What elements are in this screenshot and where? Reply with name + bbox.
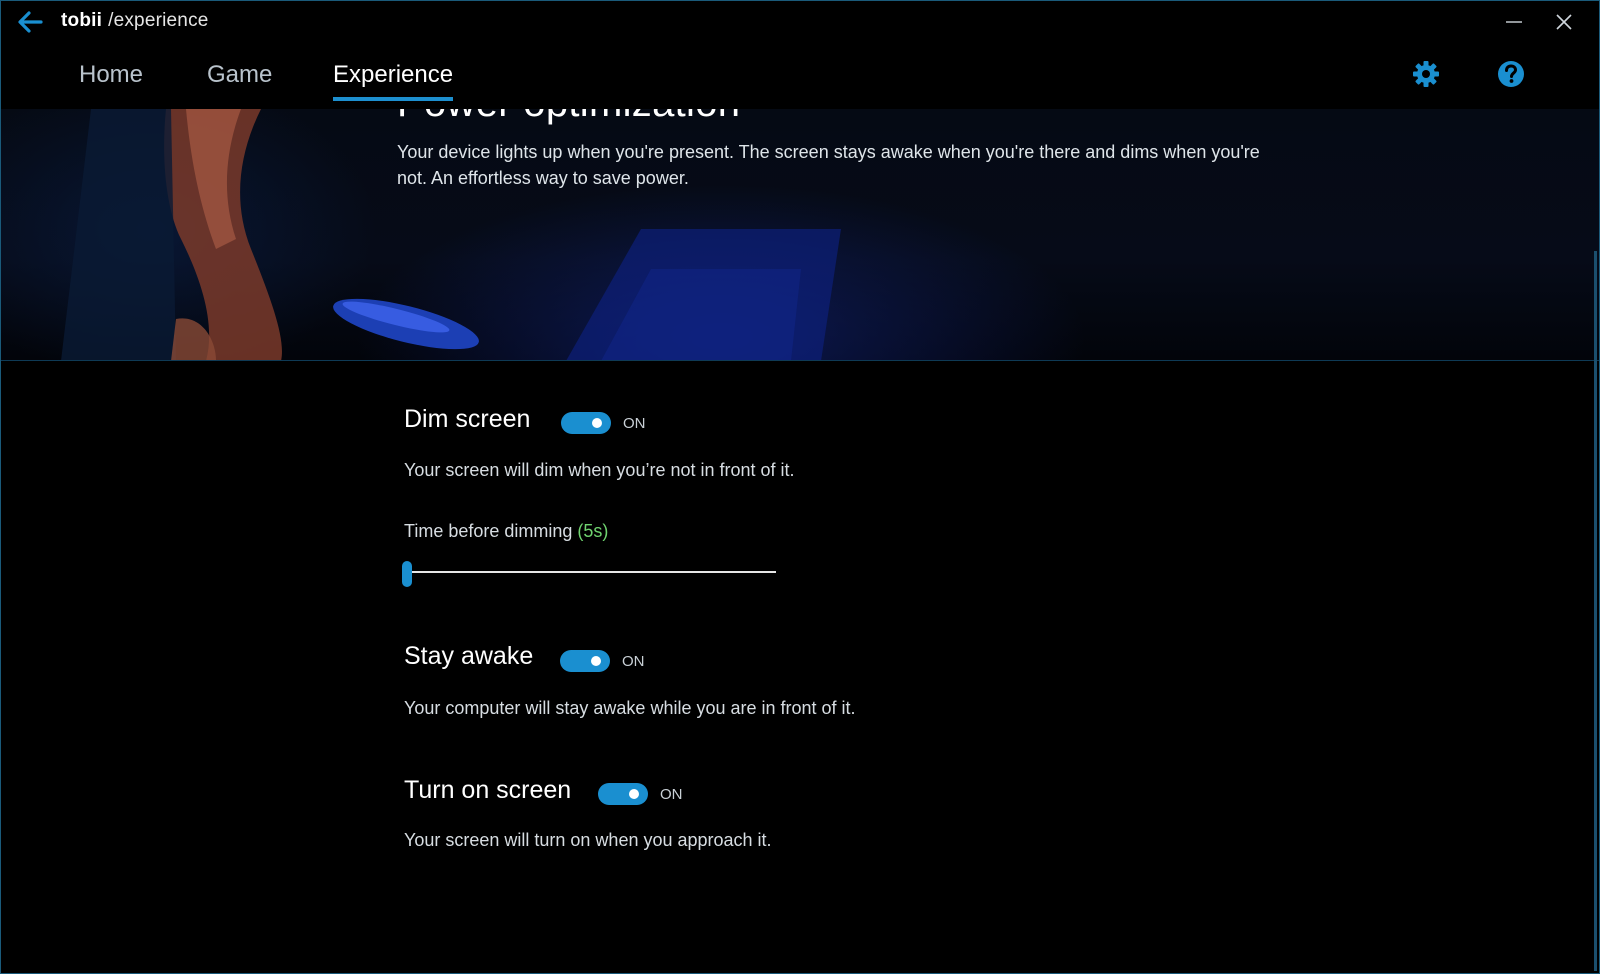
dimming-time-slider-thumb[interactable] (402, 561, 412, 587)
stay-awake-state: ON (622, 653, 645, 670)
dim-screen-title: Dim screen (404, 405, 531, 433)
app-window: tobii/experience Home Game Experience Yo… (0, 0, 1600, 974)
minimize-button[interactable] (1497, 7, 1531, 37)
page-title: Power optimization (397, 109, 740, 126)
dim-screen-description: Your screen will dim when you’re not in … (404, 460, 795, 480)
dim-screen-state: ON (623, 415, 646, 432)
toggle-knob (629, 789, 639, 799)
dimming-time-slider-track[interactable] (404, 571, 776, 573)
tobii-logo: tobii (61, 10, 103, 31)
gear-icon (1413, 61, 1439, 87)
stay-awake-title: Stay awake (404, 642, 534, 670)
tab-game[interactable]: Game (207, 61, 272, 97)
turn-on-screen-state: ON (660, 786, 683, 803)
app-brand: tobii/experience (61, 10, 209, 32)
help-button[interactable] (1496, 59, 1526, 89)
close-icon (1556, 14, 1572, 30)
minimize-icon (1506, 21, 1522, 23)
help-icon (1498, 61, 1524, 87)
dim-screen-toggle[interactable] (561, 412, 611, 434)
tab-experience[interactable]: Experience (333, 61, 454, 101)
stay-awake-toggle[interactable] (560, 650, 610, 672)
dimming-time-value: (5s) (577, 521, 609, 541)
app-path: /experience (108, 10, 209, 31)
hero-banner: Power optimization Your device lights up… (1, 109, 1599, 361)
settings-button[interactable] (1411, 59, 1441, 89)
scrollbar[interactable] (1594, 251, 1597, 971)
tab-home[interactable]: Home (79, 61, 143, 97)
turn-on-screen-title: Turn on screen (404, 776, 572, 804)
title-bar: tobii/experience (1, 1, 1599, 43)
back-button[interactable] (13, 9, 47, 35)
main-nav: Home Game Experience (1, 43, 1599, 109)
back-arrow-icon (18, 11, 43, 33)
stay-awake-description: Your computer will stay awake while you … (404, 698, 856, 718)
toggle-knob (591, 656, 601, 666)
turn-on-screen-toggle[interactable] (598, 783, 648, 805)
close-button[interactable] (1547, 7, 1581, 37)
dimming-time-label-text: Time before dimming (404, 521, 573, 541)
turn-on-screen-description: Your screen will turn on when you approa… (404, 830, 772, 850)
dimming-time-label: Time before dimming (5s) (404, 521, 608, 542)
page-description: Your device lights up when you're presen… (397, 142, 1260, 188)
toggle-knob (592, 418, 602, 428)
